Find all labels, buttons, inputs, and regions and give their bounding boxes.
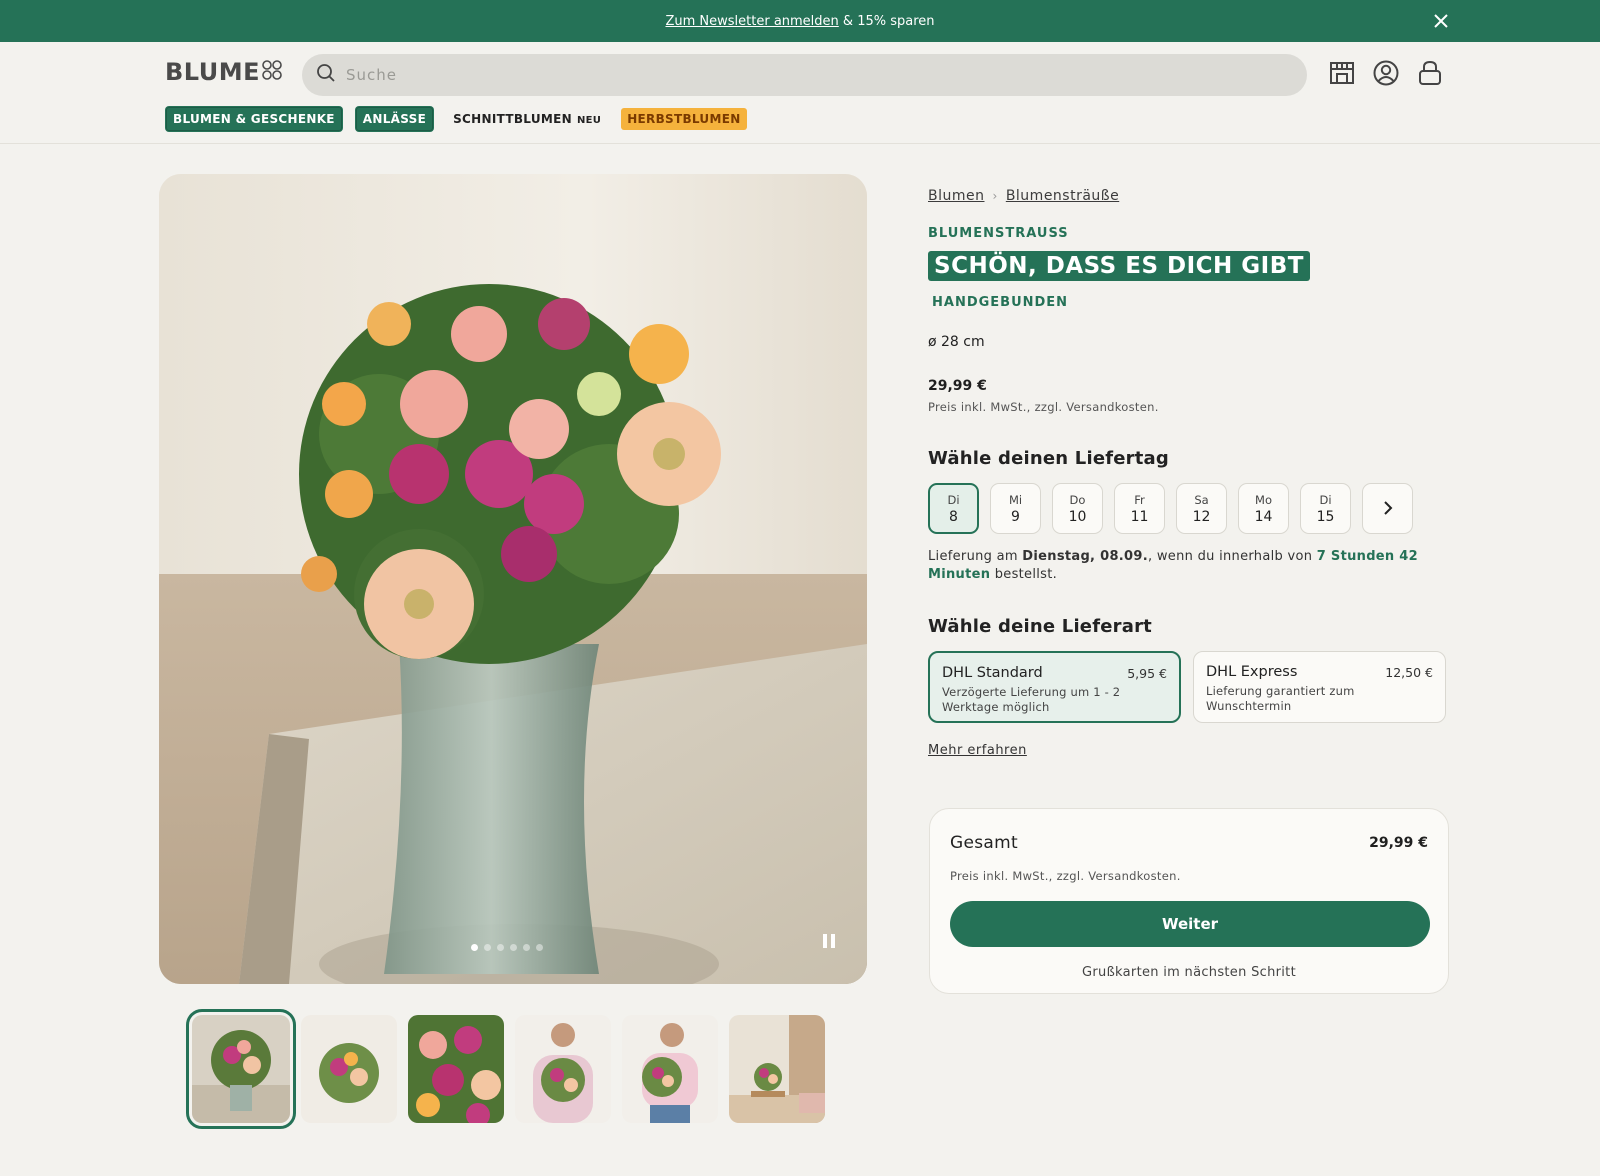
nav-cut-flowers[interactable]: SCHNITTBLUMEN NEU bbox=[447, 108, 607, 130]
shipping-description: Lieferung garantiert zum Wunschtermin bbox=[1206, 684, 1355, 713]
product-subtitle: HANDGEBUNDEN bbox=[932, 295, 1069, 310]
shipping-option-dhl-express[interactable]: DHL Express 12,50 € Lieferung garantiert… bbox=[1193, 651, 1446, 723]
nav-cut-flowers-label: SCHNITTBLUMEN bbox=[453, 112, 572, 126]
shipping-description: Verzögerte Lieferung um 1 - 2 Werktage m… bbox=[942, 685, 1121, 714]
delivery-type-heading: Wähle deine Lieferart bbox=[928, 616, 1152, 637]
day-weekday: Sa bbox=[1194, 492, 1209, 507]
newsletter-banner: Zum Newsletter anmelden & 15% sparen bbox=[0, 0, 1600, 42]
product-size: ø 28 cm bbox=[928, 334, 985, 350]
day-weekday: Mo bbox=[1255, 492, 1272, 507]
delivery-info-date: Dienstag, 08.09. bbox=[1022, 549, 1148, 564]
slide-dot[interactable] bbox=[523, 944, 530, 951]
delivery-info-mid: , wenn du innerhalb von bbox=[1147, 549, 1317, 564]
pause-icon[interactable] bbox=[823, 934, 835, 948]
slide-indicator bbox=[471, 944, 543, 951]
search-input[interactable] bbox=[346, 66, 1246, 84]
day-option-6[interactable]: Di 15 bbox=[1300, 483, 1351, 534]
delivery-info-suffix: bestellst. bbox=[990, 567, 1058, 582]
total-tax-note: Preis inkl. MwSt., zzgl. Versandkosten. bbox=[950, 869, 1181, 883]
shipping-option-dhl-standard[interactable]: DHL Standard 5,95 € Verzögerte Lieferung… bbox=[928, 651, 1181, 723]
nav-autumn-flowers[interactable]: HERBSTBLUMEN bbox=[621, 108, 747, 130]
day-option-5[interactable]: Mo 14 bbox=[1238, 483, 1289, 534]
breadcrumb-flowers[interactable]: Blumen bbox=[928, 188, 985, 204]
day-option-0[interactable]: Di 8 bbox=[928, 483, 979, 534]
product-title: SCHÖN, DASS ES DICH GIBT bbox=[928, 251, 1310, 281]
thumbnail-1[interactable] bbox=[186, 1009, 296, 1129]
next-days-button[interactable] bbox=[1362, 483, 1413, 534]
total-label: Gesamt bbox=[950, 833, 1018, 853]
day-weekday: Di bbox=[947, 492, 960, 507]
slide-dot[interactable] bbox=[536, 944, 543, 951]
thumbnail-5[interactable] bbox=[622, 1015, 718, 1123]
breadcrumb-bouquets[interactable]: Blumensträuße bbox=[1006, 188, 1119, 204]
slide-dot[interactable] bbox=[484, 944, 491, 951]
day-weekday: Do bbox=[1069, 492, 1086, 507]
day-weekday: Mi bbox=[1008, 492, 1023, 507]
chevron-right-icon bbox=[1381, 497, 1395, 521]
product-panel: Blumen › Blumensträuße BLUMENSTRAUSS SCH… bbox=[928, 188, 1448, 758]
shipping-price: 5,95 € bbox=[1127, 666, 1167, 681]
day-number: 8 bbox=[949, 508, 958, 525]
logo-flower-icon bbox=[262, 58, 282, 86]
day-option-2[interactable]: Do 10 bbox=[1052, 483, 1103, 534]
delivery-type-options: DHL Standard 5,95 € Verzögerte Lieferung… bbox=[928, 651, 1448, 723]
close-icon[interactable] bbox=[1432, 12, 1450, 30]
product-tax-note: Preis inkl. MwSt., zzgl. Versandkosten. bbox=[928, 400, 1159, 414]
store-icon[interactable] bbox=[1328, 59, 1356, 87]
day-number: 12 bbox=[1192, 508, 1211, 525]
chevron-right-icon: › bbox=[992, 189, 998, 203]
nav-occasions[interactable]: ANLÄSSE bbox=[355, 107, 434, 131]
day-number: 14 bbox=[1254, 508, 1273, 525]
slide-dot[interactable] bbox=[471, 944, 478, 951]
main-nav: BLUMEN & GESCHENKE ANLÄSSE SCHNITTBLUMEN… bbox=[166, 107, 747, 131]
product-image[interactable] bbox=[159, 174, 867, 984]
thumbnail-6[interactable] bbox=[729, 1015, 825, 1123]
greeting-card-note: Grußkarten im nächsten Schritt bbox=[1082, 965, 1296, 980]
new-badge: NEU bbox=[576, 115, 602, 126]
account-icon[interactable] bbox=[1372, 59, 1400, 87]
site-header: BLUME BLUMEN & GESCHENKE ANLÄSSE S bbox=[0, 42, 1600, 144]
thumbnail-strip bbox=[186, 1009, 825, 1129]
slide-dot[interactable] bbox=[497, 944, 504, 951]
delivery-day-picker: Di 8 Mi 9 Do 10 Fr 11 Sa 12 Mo 14 Di 15 bbox=[928, 483, 1448, 534]
order-summary: Gesamt 29,99 € Preis inkl. MwSt., zzgl. … bbox=[929, 808, 1449, 994]
continue-button[interactable]: Weiter bbox=[950, 901, 1430, 947]
day-number: 15 bbox=[1316, 508, 1335, 525]
thumbnail-4[interactable] bbox=[515, 1015, 611, 1123]
newsletter-offer-text: & 15% sparen bbox=[838, 13, 935, 29]
day-option-1[interactable]: Mi 9 bbox=[990, 483, 1041, 534]
slide-dot[interactable] bbox=[510, 944, 517, 951]
more-info-link[interactable]: Mehr erfahren bbox=[928, 743, 1027, 758]
cart-icon[interactable] bbox=[1416, 59, 1444, 87]
day-option-4[interactable]: Sa 12 bbox=[1176, 483, 1227, 534]
shipping-price: 12,50 € bbox=[1385, 665, 1433, 680]
product-price: 29,99 € bbox=[928, 378, 987, 394]
search-icon bbox=[316, 63, 336, 87]
nav-flowers-gifts[interactable]: BLUMEN & GESCHENKE bbox=[166, 107, 342, 131]
breadcrumb: Blumen › Blumensträuße bbox=[928, 188, 1448, 204]
total-amount: 29,99 € bbox=[1369, 835, 1428, 851]
day-number: 9 bbox=[1011, 508, 1020, 525]
search-bar[interactable] bbox=[302, 54, 1307, 96]
product-category: BLUMENSTRAUSS bbox=[928, 226, 1069, 241]
thumbnail-2[interactable] bbox=[301, 1015, 397, 1123]
day-number: 10 bbox=[1068, 508, 1087, 525]
day-option-3[interactable]: Fr 11 bbox=[1114, 483, 1165, 534]
day-weekday: Fr bbox=[1134, 492, 1145, 507]
delivery-info: Lieferung am Dienstag, 08.09., wenn du i… bbox=[928, 548, 1448, 584]
delivery-day-heading: Wähle deinen Liefertag bbox=[928, 448, 1169, 469]
logo-text: BLUME bbox=[165, 58, 260, 86]
delivery-info-prefix: Lieferung am bbox=[928, 549, 1023, 564]
newsletter-link[interactable]: Zum Newsletter anmelden bbox=[665, 14, 838, 29]
day-number: 11 bbox=[1130, 508, 1149, 525]
thumbnail-3[interactable] bbox=[408, 1015, 504, 1123]
header-actions bbox=[1328, 59, 1444, 87]
day-weekday: Di bbox=[1319, 492, 1332, 507]
logo[interactable]: BLUME bbox=[165, 58, 282, 86]
